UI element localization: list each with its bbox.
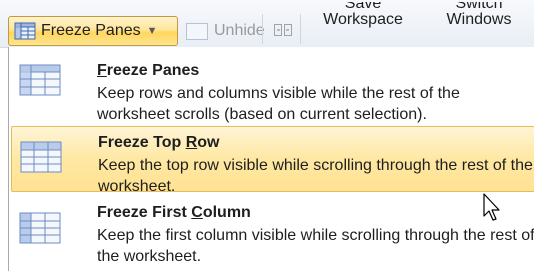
ribbon-window-group: Freeze Panes ▼ Unhide Save Workspace Swi…	[0, 0, 534, 48]
mouse-cursor-icon	[483, 193, 500, 221]
freeze-first-column-icon	[19, 212, 61, 244]
menu-item-title: Freeze Top Row	[98, 134, 220, 151]
unhide-button[interactable]: Unhide	[186, 20, 265, 42]
ribbon-separator	[300, 14, 301, 44]
freeze-panes-icon	[19, 64, 61, 96]
save-workspace-button[interactable]: Save Workspace	[312, 2, 414, 28]
menu-item-freeze-panes[interactable]: Freeze Panes Keep rows and columns visib…	[11, 52, 534, 123]
menu-item-freeze-first-column[interactable]: Freeze First Column Keep the first colum…	[11, 198, 534, 268]
unhide-icon	[186, 22, 208, 40]
freeze-top-row-icon	[20, 141, 62, 173]
switch-windows-label-line2: Windows	[446, 11, 512, 28]
menu-item-description: Keep the first column visible while scro…	[97, 227, 534, 265]
menu-item-freeze-top-row[interactable]: Freeze Top Row Keep the top row visible …	[11, 126, 534, 195]
freeze-panes-icon	[14, 22, 36, 40]
save-workspace-label-line2: Workspace	[323, 11, 403, 28]
freeze-panes-menu: Freeze Panes Keep rows and columns visib…	[8, 47, 534, 271]
switch-windows-label-line1: Switch	[455, 2, 503, 11]
menu-item-title: Freeze Panes	[97, 62, 200, 79]
menu-item-description: Keep the top row visible while scrolling…	[98, 157, 533, 195]
freeze-panes-button[interactable]: Freeze Panes ▼	[8, 16, 178, 46]
ribbon-separator	[262, 14, 263, 44]
menu-item-title: Freeze First Column	[97, 204, 251, 221]
freeze-panes-button-label: Freeze Panes	[41, 22, 141, 39]
save-workspace-label-line1: Save	[344, 2, 382, 11]
menu-item-description: Keep rows and columns visible while the …	[97, 85, 460, 123]
switch-windows-button[interactable]: Switch Windows	[424, 2, 534, 28]
view-side-by-side-icon[interactable]	[274, 22, 292, 38]
chevron-down-icon: ▼	[146, 25, 158, 37]
unhide-label: Unhide	[214, 22, 265, 39]
